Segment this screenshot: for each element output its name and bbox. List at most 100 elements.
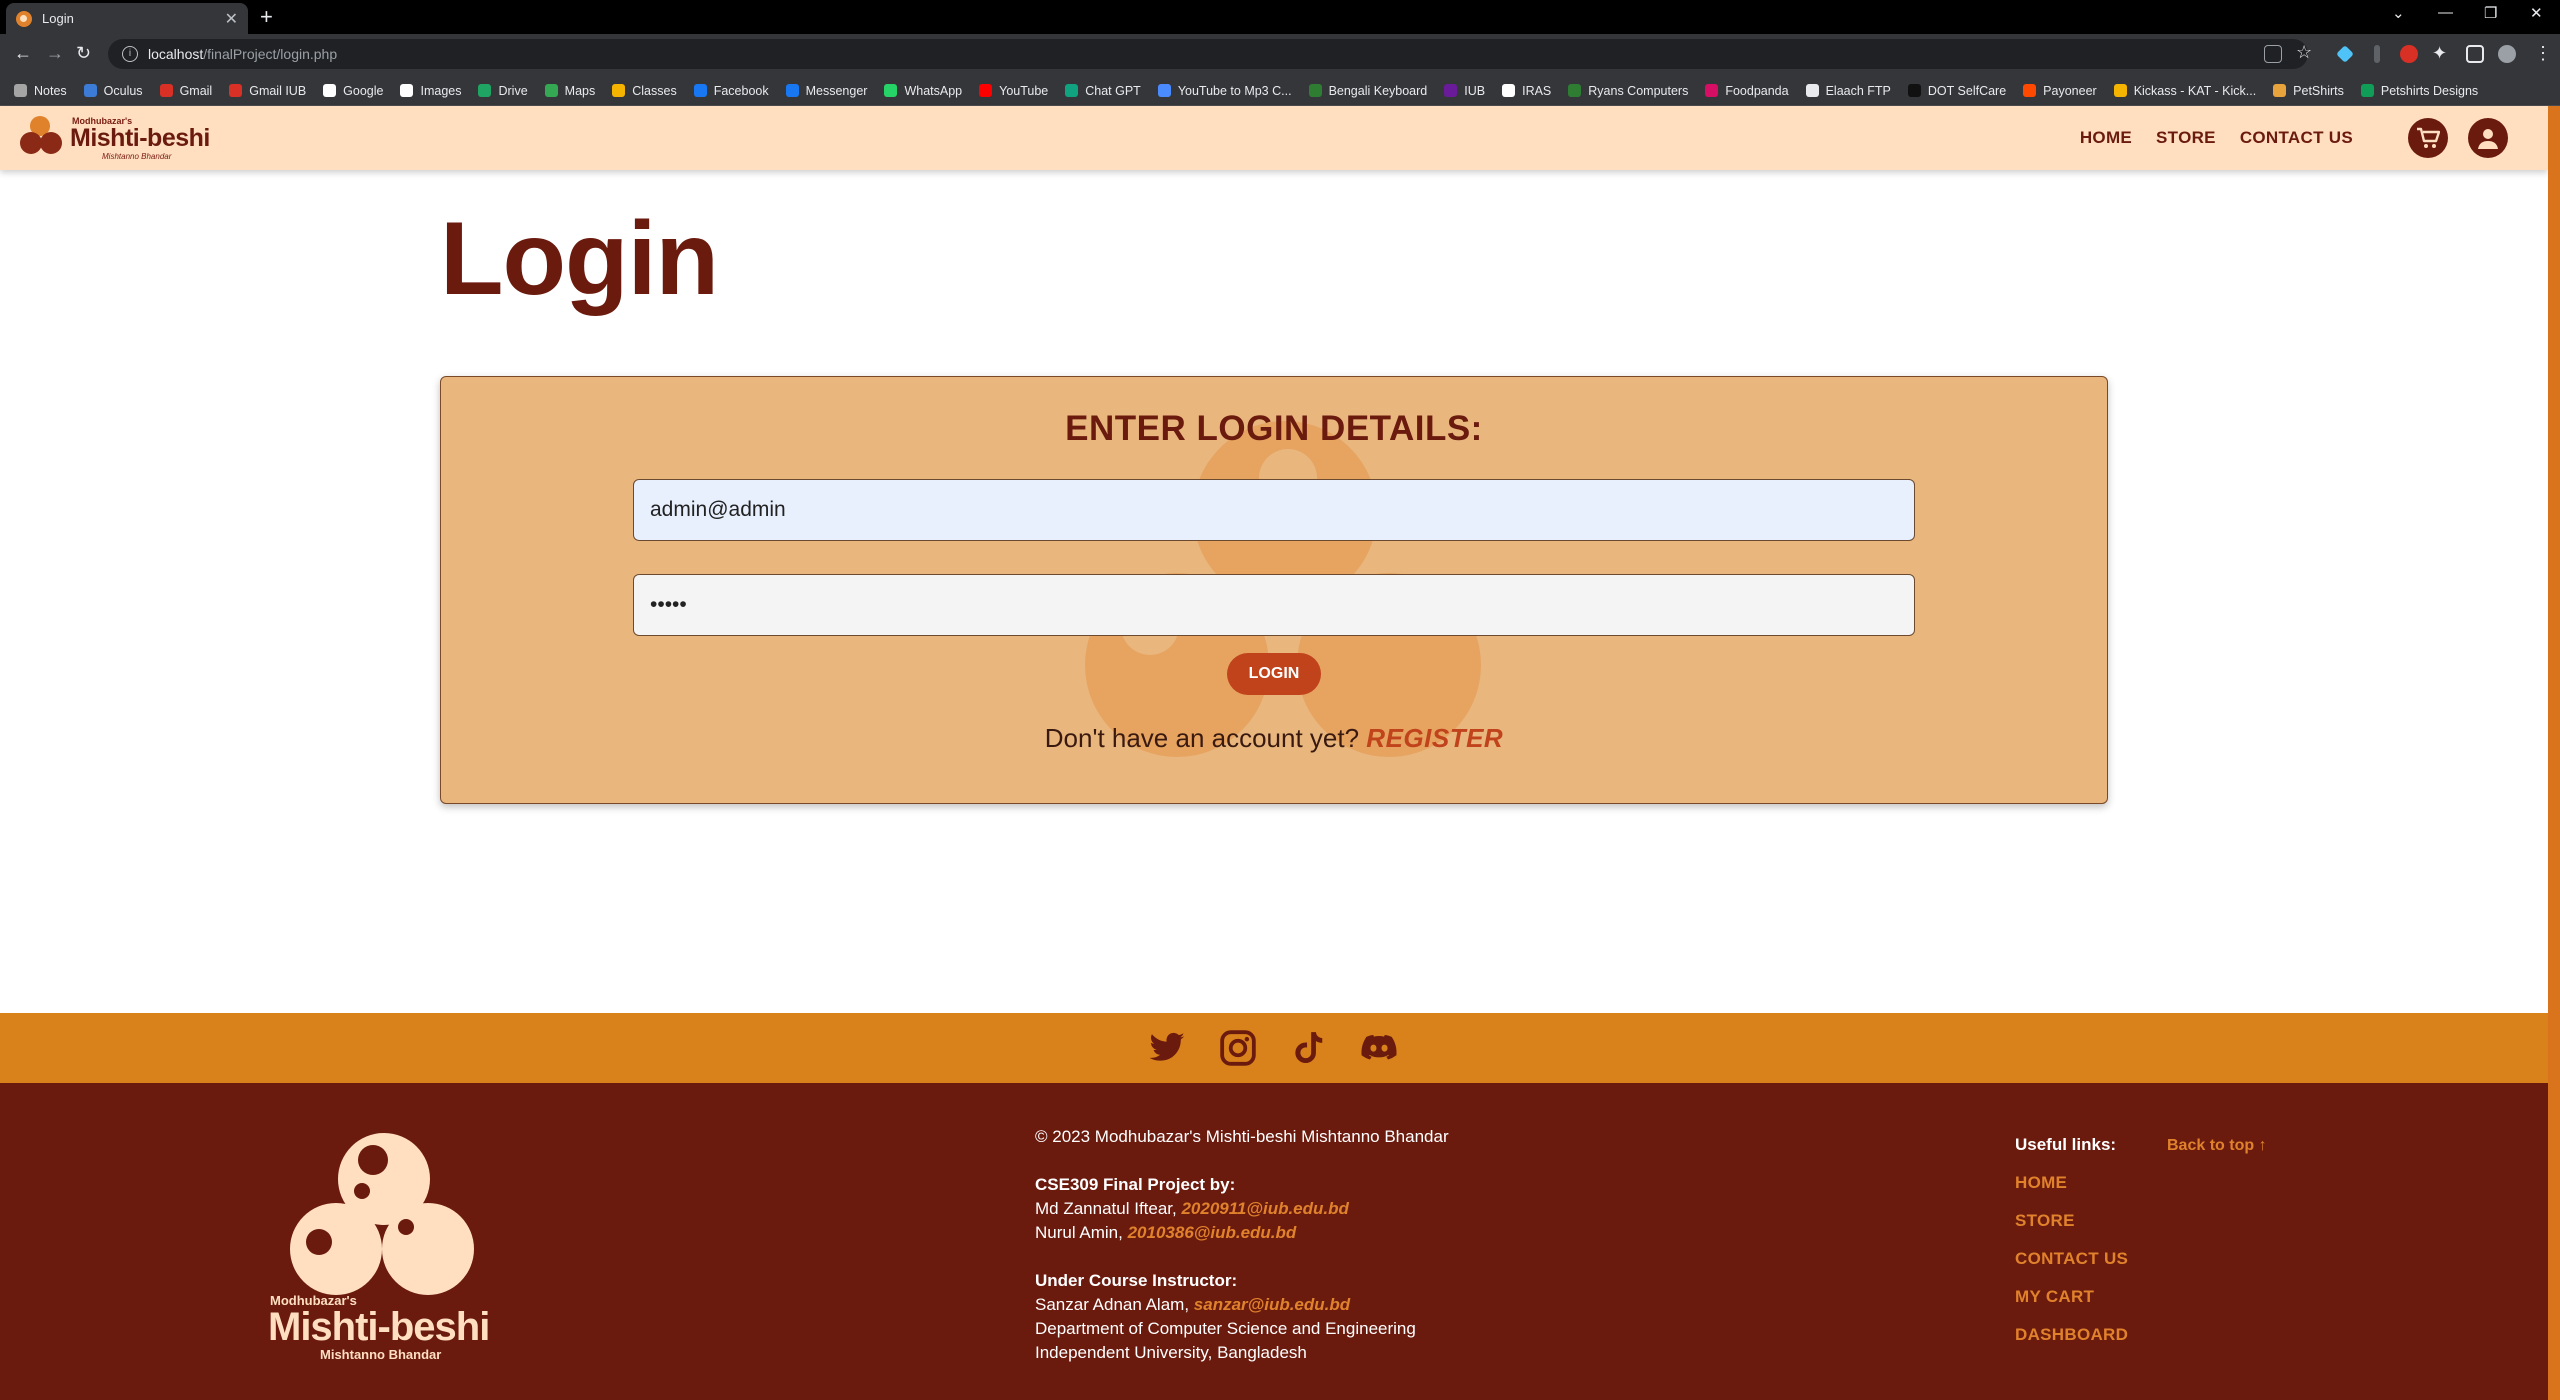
page-scrollbar[interactable] bbox=[2548, 106, 2560, 1400]
bookmark-item[interactable]: Foodpanda bbox=[1705, 83, 1789, 98]
bookmark-item[interactable]: Payoneer bbox=[2023, 84, 2097, 98]
bookmark-favicon-icon bbox=[14, 84, 27, 97]
minimize-button[interactable]: — bbox=[2438, 4, 2453, 21]
bookmark-favicon-icon bbox=[2273, 84, 2287, 97]
footer-link-my-cart[interactable]: MY CART bbox=[2015, 1287, 2128, 1307]
logo-sweet-icon bbox=[290, 1203, 382, 1295]
side-panel-icon[interactable] bbox=[2466, 45, 2484, 63]
logo-dot-icon bbox=[354, 1183, 370, 1199]
account-button[interactable] bbox=[2468, 118, 2508, 158]
address-bar[interactable]: i localhost /finalProject/login.php bbox=[108, 39, 2308, 69]
bookmark-item[interactable]: Gmail bbox=[159, 83, 213, 98]
bookmark-item[interactable]: PetShirts bbox=[2273, 84, 2344, 98]
extension-icon[interactable] bbox=[2374, 45, 2380, 63]
bookmark-item[interactable]: IRAS bbox=[1502, 84, 1551, 98]
bookmark-favicon-icon bbox=[1502, 84, 1516, 97]
twitter-icon[interactable] bbox=[1148, 1029, 1186, 1067]
logo-sweet-icon bbox=[382, 1203, 474, 1295]
bookmark-label: Bengali Keyboard bbox=[1328, 83, 1428, 98]
bookmark-label: Ryans Computers bbox=[1588, 83, 1689, 98]
login-button[interactable]: LOGIN bbox=[1227, 653, 1321, 695]
site-logo[interactable]: Modhubazar's Mishti-beshi Mishtanno Bhan… bbox=[20, 114, 220, 162]
bookmark-label: Gmail bbox=[179, 83, 213, 98]
bookmark-favicon-icon bbox=[1444, 84, 1458, 97]
close-window-button[interactable]: ✕ bbox=[2530, 4, 2543, 22]
bookmark-item[interactable]: Kickass - KAT - Kick... bbox=[2113, 83, 2257, 98]
cart-button[interactable] bbox=[2408, 118, 2448, 158]
nav-store[interactable]: STORE bbox=[2156, 128, 2216, 148]
bookmark-item[interactable]: Chat GPT bbox=[1065, 84, 1141, 98]
bookmark-item[interactable]: Images bbox=[400, 84, 461, 98]
site-info-icon[interactable]: i bbox=[122, 46, 138, 62]
member-1: Md Zannatul Iftear, 2020911@iub.edu.bd bbox=[1035, 1197, 1449, 1221]
university: Independent University, Bangladesh bbox=[1035, 1343, 1307, 1362]
logo-dot-icon bbox=[398, 1219, 414, 1235]
footer-link-store[interactable]: STORE bbox=[2015, 1211, 2128, 1231]
extension-icon[interactable] bbox=[2336, 45, 2354, 63]
email-field[interactable] bbox=[633, 479, 1915, 541]
instagram-icon[interactable] bbox=[1219, 1029, 1257, 1067]
discord-icon[interactable] bbox=[1360, 1029, 1398, 1067]
bookmark-item[interactable]: Elaach FTP bbox=[1805, 84, 1891, 98]
bookmark-item[interactable]: Google bbox=[323, 84, 383, 98]
bookmark-label: DOT SelfCare bbox=[1927, 83, 2007, 98]
bookmark-item[interactable]: IUB bbox=[1444, 84, 1485, 98]
bookmark-star-icon[interactable]: ☆ bbox=[2296, 42, 2312, 63]
bookmark-label: Kickass - KAT - Kick... bbox=[2133, 83, 2257, 98]
bookmark-favicon-icon bbox=[159, 84, 173, 97]
nav-contact-us[interactable]: CONTACT US bbox=[2240, 128, 2353, 148]
new-tab-button[interactable]: + bbox=[260, 4, 273, 30]
share-icon[interactable] bbox=[2264, 45, 2282, 63]
footer-link-contact-us[interactable]: CONTACT US bbox=[2015, 1249, 2128, 1269]
forward-icon[interactable]: → bbox=[46, 43, 64, 64]
tiktok-icon[interactable] bbox=[1289, 1029, 1327, 1067]
bookmark-item[interactable]: Gmail IUB bbox=[229, 84, 306, 98]
bookmark-item[interactable]: Classes bbox=[612, 84, 677, 98]
password-field[interactable] bbox=[633, 574, 1915, 636]
bookmark-item[interactable]: Messenger bbox=[785, 84, 867, 98]
url-host: localhost bbox=[148, 46, 204, 62]
bookmark-label: PetShirts bbox=[2293, 83, 2344, 98]
instructor-name: Sanzar Adnan Alam, bbox=[1035, 1295, 1194, 1314]
bookmark-label: Drive bbox=[498, 83, 528, 98]
bookmark-item[interactable]: Drive bbox=[478, 83, 528, 98]
extensions-puzzle-icon[interactable]: ✦ bbox=[2432, 43, 2447, 64]
bookmark-item[interactable]: Notes bbox=[14, 84, 67, 98]
tab-close-icon[interactable]: ✕ bbox=[225, 9, 238, 29]
menu-kebab-icon[interactable]: ⋮ bbox=[2534, 43, 2552, 64]
footer-link-dashboard[interactable]: DASHBOARD bbox=[2015, 1325, 2128, 1345]
register-link[interactable]: REGISTER bbox=[1366, 723, 1503, 753]
tab-search-icon[interactable]: ⌄ bbox=[2392, 4, 2405, 22]
back-icon[interactable]: ← bbox=[14, 43, 32, 64]
bookmark-item[interactable]: Facebook bbox=[693, 84, 769, 98]
bookmark-item[interactable]: YouTube bbox=[979, 84, 1048, 98]
bookmark-item[interactable]: YouTube to Mp3 C... bbox=[1157, 84, 1292, 98]
member-2-email[interactable]: 2010386@iub.edu.bd bbox=[1128, 1223, 1297, 1242]
nav-home[interactable]: HOME bbox=[2080, 128, 2132, 148]
bookmark-item[interactable]: Ryans Computers bbox=[1568, 84, 1688, 98]
bookmark-item[interactable]: DOT SelfCare bbox=[1907, 83, 2007, 98]
browser-tab[interactable]: Login ✕ bbox=[6, 3, 248, 34]
restore-button[interactable]: ❐ bbox=[2484, 4, 2497, 22]
bookmark-item[interactable]: WhatsApp bbox=[884, 84, 962, 98]
register-prompt-text: Don't have an account yet? bbox=[1044, 723, 1367, 753]
extension-icon[interactable] bbox=[2400, 45, 2418, 63]
bookmark-item[interactable]: Petshirts Designs bbox=[2360, 83, 2479, 98]
footer-link-home[interactable]: HOME bbox=[2015, 1173, 2128, 1193]
bookmark-favicon-icon bbox=[1065, 84, 1079, 97]
member-1-email[interactable]: 2020911@iub.edu.bd bbox=[1181, 1199, 1348, 1218]
bookmark-label: Foodpanda bbox=[1725, 83, 1789, 98]
reload-icon[interactable]: ↻ bbox=[76, 43, 91, 64]
logo-sweet-icon bbox=[20, 132, 42, 154]
bookmark-label: Petshirts Designs bbox=[2380, 83, 2479, 98]
bookmark-item[interactable]: Maps bbox=[544, 84, 595, 98]
login-heading: ENTER LOGIN DETAILS: bbox=[1065, 409, 1483, 448]
bookmark-label: Gmail IUB bbox=[249, 83, 307, 98]
instructor-email[interactable]: sanzar@iub.edu.bd bbox=[1194, 1295, 1350, 1314]
back-to-top-link[interactable]: Back to top ↑ bbox=[2167, 1137, 2267, 1155]
tab-title: Login bbox=[42, 11, 74, 26]
bookmark-item[interactable]: Oculus bbox=[83, 84, 143, 98]
profile-avatar-icon[interactable] bbox=[2498, 45, 2516, 63]
bookmark-item[interactable]: Bengali Keyboard bbox=[1308, 83, 1428, 98]
login-card: ENTER LOGIN DETAILS: LOGIN Don't have an… bbox=[440, 376, 2108, 804]
